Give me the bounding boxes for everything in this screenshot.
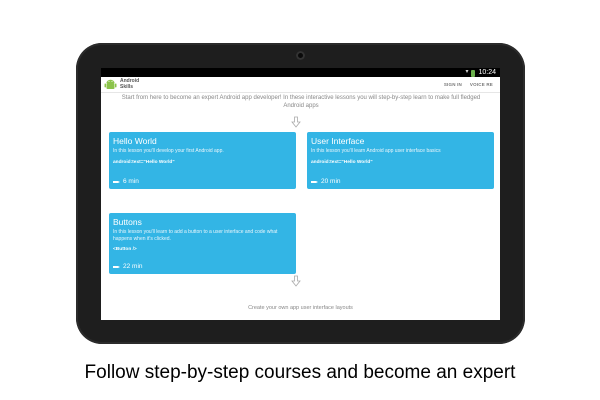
action-bar: Android Skills SIGN IN VOICE RE [101, 77, 500, 93]
promo-caption: Follow step-by-step courses and become a… [84, 362, 516, 383]
lesson-title: User Interface [311, 136, 365, 146]
lesson-code: android:text="Hello World" [113, 159, 175, 165]
next-lesson-text[interactable]: Create your own app user interface layou… [101, 305, 500, 311]
camera-icon [296, 51, 305, 60]
lesson-duration-text: 22 min [123, 263, 143, 270]
lesson-description: In this lesson you'll learn to add a but… [113, 229, 278, 242]
signal-icon: ▾ [465, 69, 469, 75]
android-logo-icon[interactable] [104, 79, 117, 91]
lesson-card-user-interface[interactable]: User Interface In this lesson you'll lea… [307, 132, 494, 189]
app-title: Android Skills [120, 78, 160, 90]
lesson-title: Hello World [113, 136, 157, 146]
lesson-card-hello-world[interactable]: Hello World In this lesson you'll develo… [109, 132, 296, 189]
status-time: 10:24 [478, 69, 496, 76]
lesson-card-buttons[interactable]: Buttons In this lesson you'll learn to a… [109, 213, 296, 274]
lesson-title: Buttons [113, 217, 142, 227]
lesson-duration: 6 min [113, 178, 139, 186]
status-bar: ▾ 10:24 [101, 68, 500, 77]
lesson-duration-text: 20 min [321, 178, 341, 185]
battery-icon [471, 69, 476, 77]
page: ▾ 10:24 Android Skills SIGN IN VOICE RE … [0, 0, 600, 400]
lesson-duration: 20 min [311, 178, 341, 186]
voice-menu-item[interactable]: VOICE RE [470, 82, 493, 87]
lesson-duration-text: 6 min [123, 178, 139, 185]
intro-text: Start from here to become an expert Andr… [121, 95, 481, 109]
tablet-device: ▾ 10:24 Android Skills SIGN IN VOICE RE … [76, 43, 525, 344]
lesson-description: In this lesson you'll learn Android app … [311, 148, 441, 154]
clock-icon [113, 181, 120, 183]
lesson-code: android:text="Hello World" [311, 159, 373, 165]
app-title-line2: Skills [120, 83, 134, 90]
sign-in-menu-item[interactable]: SIGN IN [444, 82, 462, 87]
down-arrow-icon [291, 275, 301, 287]
down-arrow-icon [291, 116, 301, 128]
lesson-duration: 22 min [113, 263, 143, 271]
status-bar-right: ▾ 10:24 [465, 68, 496, 77]
lesson-code: <Button /> [113, 247, 137, 252]
clock-icon [311, 181, 318, 183]
clock-icon [113, 266, 120, 268]
tablet-screen: ▾ 10:24 Android Skills SIGN IN VOICE RE … [101, 68, 500, 320]
lesson-description: In this lesson you'll develop your first… [113, 148, 224, 154]
